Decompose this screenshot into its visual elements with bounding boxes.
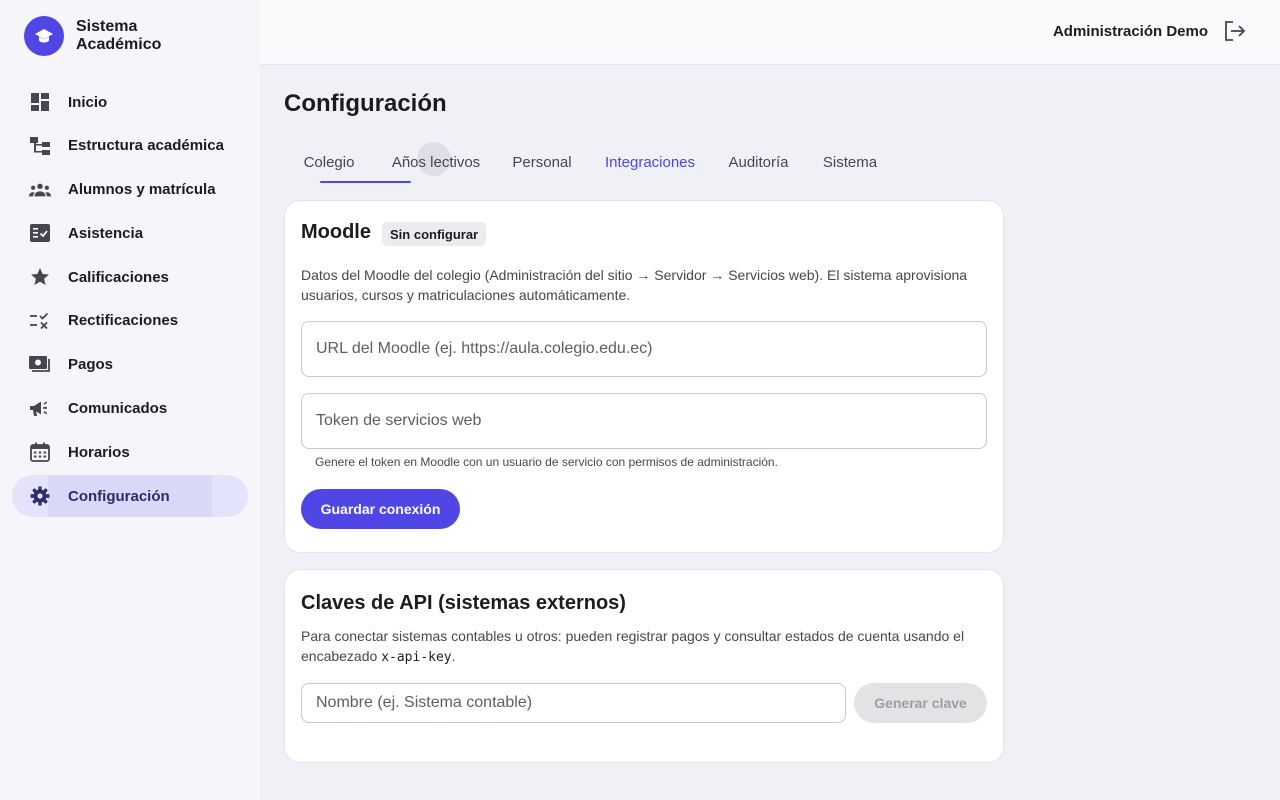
api-key-name-input[interactable] xyxy=(302,684,845,722)
sidebar-item-comunicados[interactable]: Comunicados xyxy=(12,388,248,430)
rule-icon xyxy=(29,311,51,331)
user-name: Administración Demo xyxy=(1052,23,1208,40)
save-connection-button[interactable]: Guardar conexión xyxy=(301,489,460,529)
moodle-url-field[interactable] xyxy=(301,321,987,377)
sidebar-item-calificaciones[interactable]: Calificaciones xyxy=(12,256,248,298)
fact-check-icon xyxy=(29,223,51,243)
moodle-url-input[interactable] xyxy=(302,322,986,376)
sidebar-nav: Inicio Estructura académica Alumnos y ma… xyxy=(12,81,248,519)
topbar: Administración Demo xyxy=(260,0,1280,65)
api-keys-description: Para conectar sistemas contables u otros… xyxy=(301,626,991,668)
tab-personal[interactable]: Personal xyxy=(512,140,572,184)
sidebar-item-label: Alumnos y matrícula xyxy=(68,181,216,199)
moodle-token-field[interactable] xyxy=(301,393,987,449)
sidebar-item-label: Inicio xyxy=(68,93,108,111)
generate-key-button[interactable]: Generar clave xyxy=(854,683,987,723)
sidebar-item-label: Calificaciones xyxy=(68,268,169,286)
sidebar-item-label: Comunicados xyxy=(68,400,168,418)
sidebar: Sistema Académico Inicio Estructura acad… xyxy=(0,0,260,800)
tab-colegio[interactable]: Colegio xyxy=(304,140,355,184)
people-icon xyxy=(29,180,51,200)
api-key-name-field[interactable] xyxy=(301,683,846,723)
brand-name: Sistema Académico xyxy=(76,18,162,53)
brand[interactable]: Sistema Académico xyxy=(24,16,196,56)
sidebar-item-alumnos[interactable]: Alumnos y matrícula xyxy=(12,169,248,211)
sidebar-item-estructura[interactable]: Estructura académica xyxy=(12,125,248,167)
page-title: Configuración xyxy=(284,90,447,117)
sidebar-item-pagos[interactable]: Pagos xyxy=(12,344,248,386)
moodle-title: Moodle xyxy=(301,221,371,243)
calendar-icon xyxy=(29,442,51,463)
sidebar-item-label: Configuración xyxy=(68,487,170,505)
tab-integraciones[interactable]: Integraciones xyxy=(603,140,697,184)
tab-auditoria[interactable]: Auditoría xyxy=(727,140,790,184)
tab-anos-lectivos[interactable]: Años lectivos xyxy=(390,140,482,184)
sidebar-item-horarios[interactable]: Horarios xyxy=(12,431,248,473)
sidebar-item-label: Estructura académica xyxy=(68,137,224,155)
api-keys-title: Claves de API (sistemas externos) xyxy=(301,592,626,614)
tab-sistema[interactable]: Sistema xyxy=(822,140,878,184)
campaign-icon xyxy=(29,399,51,419)
api-keys-description-end: . xyxy=(451,648,456,664)
sidebar-item-label: Pagos xyxy=(68,356,114,374)
payments-icon xyxy=(29,355,51,375)
sidebar-item-label: Rectificaciones xyxy=(68,312,179,330)
moodle-description: Datos del Moodle del colegio (Administra… xyxy=(301,267,968,303)
tab-indicator xyxy=(320,181,411,183)
moodle-token-input[interactable] xyxy=(302,394,986,448)
moodle-card: Moodle Sin configurar Datos del Moodle d… xyxy=(284,200,1004,553)
sidebar-item-configuracion[interactable]: Configuración xyxy=(12,475,248,518)
sidebar-item-rectificaciones[interactable]: Rectificaciones xyxy=(12,300,248,342)
api-keys-card: Claves de API (sistemas externos) Para c… xyxy=(284,569,1004,763)
star-icon xyxy=(29,267,51,287)
api-header-code: x-api-key xyxy=(381,650,452,665)
status-badge: Sin configurar xyxy=(382,222,487,246)
token-hint: Genere el token en Moodle con un usuario… xyxy=(315,455,778,469)
logout-icon[interactable] xyxy=(1224,21,1248,43)
sidebar-item-asistencia[interactable]: Asistencia xyxy=(12,212,248,254)
graduation-cap-icon xyxy=(24,16,64,56)
sidebar-item-label: Horarios xyxy=(68,443,130,461)
gear-icon xyxy=(29,486,51,506)
sidebar-item-inicio[interactable]: Inicio xyxy=(12,81,248,123)
dashboard-icon xyxy=(29,92,51,112)
structure-icon xyxy=(29,136,51,156)
sidebar-item-label: Asistencia xyxy=(68,224,144,242)
